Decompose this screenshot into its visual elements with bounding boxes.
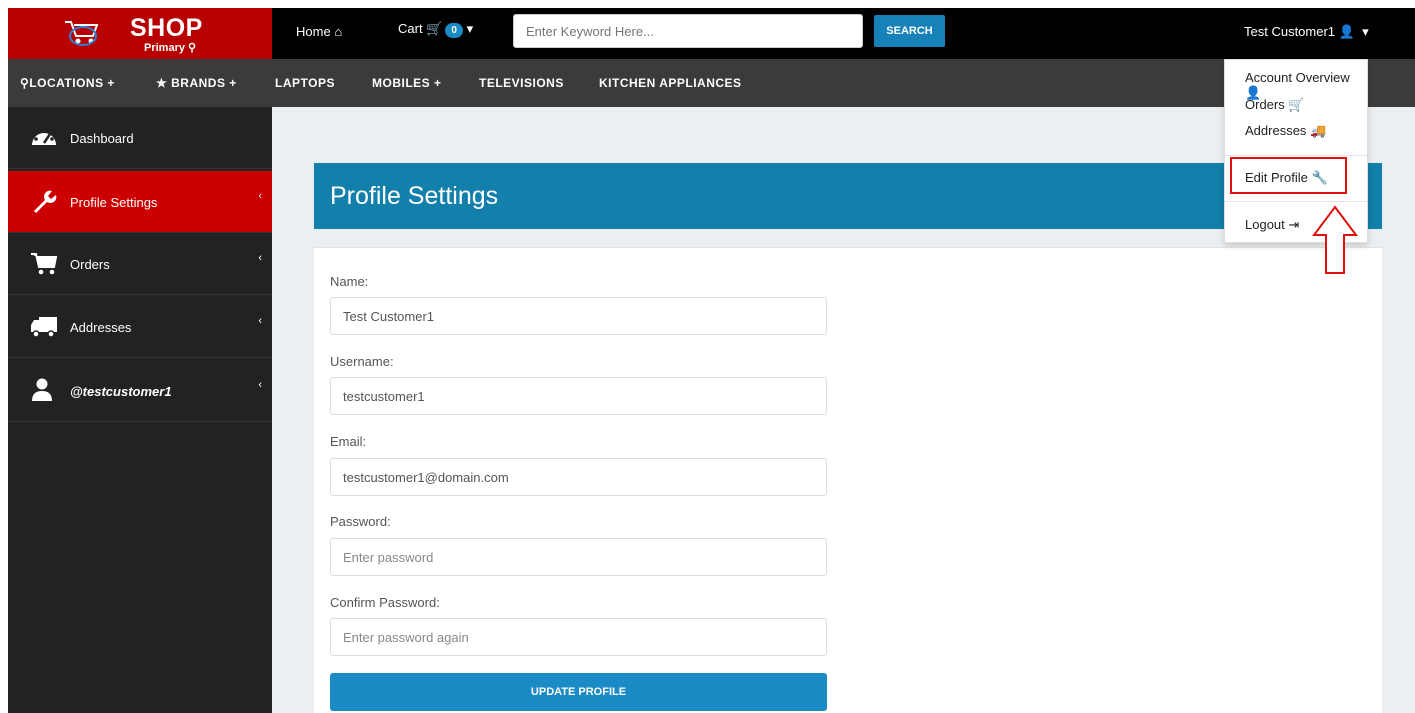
cart-icon — [31, 253, 58, 275]
map-marker-icon: ⚲ — [20, 76, 30, 90]
edit-profile-highlight — [1230, 157, 1347, 194]
wrench-icon — [34, 190, 57, 213]
sidebar-item-label: Profile Settings — [70, 195, 158, 210]
chevron-left-icon: ‹ — [258, 379, 262, 391]
cart-count-badge: 0 — [445, 23, 463, 38]
password-label: Password: — [330, 514, 391, 529]
sidebar-item-addresses[interactable]: Addresses ‹ — [8, 296, 272, 358]
update-profile-button[interactable]: UPDATE PROFILE — [330, 673, 827, 711]
dropdown-divider — [1225, 201, 1367, 202]
cart-icon: 🛒 — [1288, 97, 1305, 112]
sidebar-item-label: @testcustomer1 — [70, 384, 172, 399]
dropdown-item-addresses[interactable]: Addresses 🚚 — [1245, 123, 1326, 139]
shop-logo[interactable]: SHOP Primary ⚲ — [8, 8, 272, 59]
chevron-left-icon: ‹ — [258, 190, 262, 202]
chevron-left-icon: ‹ — [258, 252, 262, 264]
chevron-left-icon: ‹ — [258, 315, 262, 327]
truck-icon — [31, 317, 57, 338]
nav-cart-link[interactable]: Cart 🛒 0 ▾ — [398, 21, 473, 38]
logo-title: SHOP — [130, 14, 203, 42]
sidebar: Dashboard Profile Settings ‹ Orders ‹ Ad… — [8, 107, 272, 713]
sidebar-item-orders[interactable]: Orders ‹ — [8, 233, 272, 295]
cart-icon: 🛒 — [426, 21, 443, 36]
category-bar: ⚲LOCATIONS + ★ BRANDS + LAPTOPS MOBILES … — [8, 59, 1415, 107]
email-field[interactable] — [330, 458, 827, 496]
sidebar-item-user[interactable]: @testcustomer1 ‹ — [8, 360, 272, 422]
user-icon: 👤 — [1338, 24, 1355, 39]
logo-subtitle: Primary ⚲ — [144, 42, 197, 54]
confirm-password-field[interactable] — [330, 618, 827, 656]
sidebar-item-dashboard[interactable]: Dashboard — [8, 107, 272, 169]
sidebar-item-label: Addresses — [70, 320, 132, 335]
caret-down-icon: ▾ — [1362, 24, 1369, 39]
name-field[interactable] — [330, 297, 827, 335]
truck-icon: 🚚 — [1310, 123, 1327, 138]
nav-home-link[interactable]: Home ⌂ — [296, 24, 342, 39]
dropdown-item-logout[interactable]: Logout ⇥ — [1245, 217, 1299, 233]
password-field[interactable] — [330, 538, 827, 576]
pointer-arrow-icon — [1312, 205, 1358, 274]
sidebar-item-profile-settings[interactable]: Profile Settings ‹ — [8, 171, 272, 233]
category-mobiles[interactable]: MOBILES + — [372, 76, 442, 90]
category-laptops[interactable]: LAPTOPS — [275, 76, 335, 90]
category-brands[interactable]: ★ BRANDS + — [156, 76, 237, 90]
star-icon: ★ — [156, 76, 168, 90]
confirm-password-label: Confirm Password: — [330, 595, 440, 610]
dropdown-divider — [1225, 155, 1367, 156]
email-label: Email: — [330, 434, 367, 449]
dashboard-icon — [32, 128, 56, 145]
sidebar-item-label: Dashboard — [70, 131, 134, 146]
top-navbar: SHOP Primary ⚲ Home ⌂ Cart 🛒0 ▾ SEARCH T… — [8, 8, 1415, 59]
category-televisions[interactable]: TELEVISIONS — [479, 76, 564, 90]
username-label: Username: — [330, 354, 394, 369]
dropdown-item-orders[interactable]: Orders 🛒 — [1245, 97, 1305, 113]
search-button[interactable]: SEARCH — [874, 15, 945, 47]
page-title: Profile Settings — [330, 182, 499, 210]
user-icon — [32, 378, 52, 401]
sidebar-item-label: Orders — [70, 257, 110, 272]
user-menu-toggle[interactable]: Test Customer1 👤 ▾ — [1244, 24, 1369, 40]
category-kitchen-appliances[interactable]: KITCHEN APPLIANCES — [599, 76, 742, 90]
home-icon: ⌂ — [334, 24, 343, 39]
category-locations[interactable]: ⚲LOCATIONS + — [20, 76, 115, 90]
panel-header: Profile Settings — [314, 163, 1382, 229]
logout-icon: ⇥ — [1288, 217, 1300, 232]
username-field[interactable] — [330, 377, 827, 415]
name-label: Name: — [330, 274, 369, 289]
map-marker-icon: ⚲ — [188, 42, 197, 54]
cart-logo-icon — [65, 21, 99, 46]
search-input[interactable] — [513, 14, 863, 48]
caret-down-icon: ▾ — [466, 21, 474, 36]
